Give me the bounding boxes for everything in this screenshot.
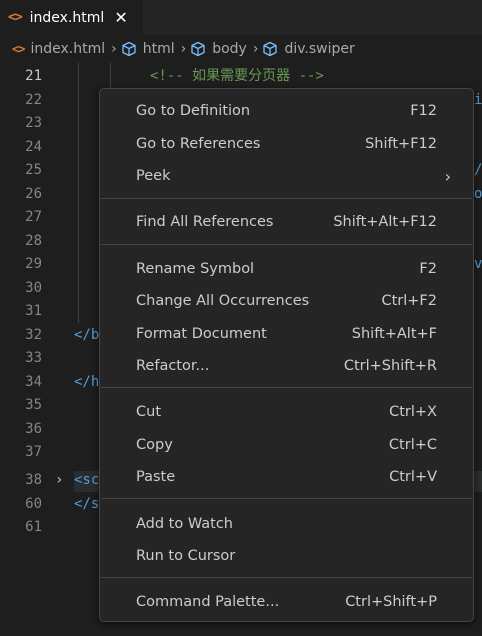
breadcrumb-item-html[interactable]: html — [121, 41, 175, 57]
menu-separator — [101, 198, 472, 199]
line-number: 36 — [25, 420, 42, 437]
chevron-right-icon: › — [111, 41, 117, 57]
line-number: 22 — [25, 91, 42, 108]
code-text: i — [474, 91, 482, 108]
menu-item-label: Command Palette... — [136, 594, 280, 610]
symbol-cube-icon — [263, 41, 278, 57]
breadcrumb-label: div.swiper — [284, 41, 355, 57]
menu-item-label: Paste — [136, 469, 176, 485]
line-number: 34 — [25, 373, 42, 390]
menu-separator — [101, 387, 472, 388]
menu-item-label: Cut — [136, 404, 161, 420]
menu-item-label: Change All Occurrences — [136, 293, 310, 309]
line-number: 35 — [25, 397, 42, 413]
menu-item-label: Rename Symbol — [136, 261, 255, 277]
code-text: <sc — [74, 472, 100, 488]
menu-item-label: Peek — [136, 168, 171, 184]
breadcrumb: <> index.html › html › body › div.swiper — [0, 35, 482, 63]
line-number: 27 — [25, 209, 42, 225]
menu-item-go-to-references[interactable]: Go to References Shift+F12 — [100, 131, 473, 157]
menu-item-shortcut: Ctrl+F2 — [381, 293, 437, 309]
menu-separator — [101, 577, 472, 578]
line-number: 26 — [25, 185, 42, 202]
line-number: 37 — [25, 444, 42, 460]
menu-item-peek[interactable]: Peek › — [100, 163, 473, 189]
menu-item-add-to-watch[interactable]: Add to Watch — [100, 511, 473, 537]
context-menu: Go to Definition F12 Go to References Sh… — [99, 88, 474, 622]
menu-item-change-all-occurrences[interactable]: Change All Occurrences Ctrl+F2 — [100, 288, 473, 314]
line-number: 60 — [25, 495, 42, 512]
menu-item-label: Format Document — [136, 326, 267, 342]
code-text: </h — [74, 373, 100, 390]
menu-item-shortcut: Ctrl+V — [389, 469, 437, 485]
menu-item-shortcut: Shift+Alt+F12 — [333, 214, 437, 230]
breadcrumb-label: body — [212, 41, 247, 57]
code-line: 21 <!-- 如果需要分页器 --> — [0, 65, 482, 89]
menu-item-go-to-definition[interactable]: Go to Definition F12 — [100, 98, 473, 124]
menu-item-shortcut: Ctrl+Shift+R — [343, 358, 437, 374]
menu-item-format-document[interactable]: Format Document Shift+Alt+F — [100, 321, 473, 347]
line-number: 29 — [25, 256, 42, 272]
breadcrumb-item-body[interactable]: body — [190, 41, 247, 57]
menu-item-shortcut: Shift+Alt+F — [351, 326, 437, 342]
tab-index-html[interactable]: <> index.html ✕ — [0, 0, 143, 35]
line-number: 61 — [25, 519, 42, 535]
chevron-right-icon[interactable]: › — [55, 469, 63, 493]
menu-item-find-all-references[interactable]: Find All References Shift+Alt+F12 — [100, 209, 473, 235]
line-number: 25 — [25, 162, 42, 178]
menu-item-shortcut: Ctrl+C — [388, 437, 437, 453]
code-text: <!-- 如果需要分页器 --> — [150, 68, 324, 84]
menu-item-command-palette[interactable]: Command Palette... Ctrl+Shift+P — [100, 589, 473, 615]
menu-item-shortcut: Ctrl+Shift+P — [345, 594, 437, 610]
breadcrumb-item-div-swiper[interactable]: div.swiper — [262, 41, 355, 57]
line-number: 33 — [25, 350, 42, 366]
symbol-cube-icon — [191, 41, 205, 57]
menu-item-run-to-cursor[interactable]: Run to Cursor — [100, 543, 473, 569]
html-file-icon: <> — [12, 42, 25, 56]
code-text: </s — [74, 495, 100, 512]
code-text: / — [474, 162, 482, 178]
menu-item-label: Add to Watch — [136, 516, 233, 532]
code-text: </b — [74, 326, 100, 343]
chevron-right-icon: › — [180, 41, 187, 57]
menu-item-shortcut: F2 — [419, 261, 437, 277]
menu-item-label: Copy — [136, 437, 173, 453]
menu-item-refactor[interactable]: Refactor... Ctrl+Shift+R — [100, 353, 473, 379]
chevron-right-icon: › — [444, 166, 451, 186]
tab-bar: <> index.html ✕ — [0, 0, 482, 35]
menu-item-cut[interactable]: Cut Ctrl+X — [100, 399, 473, 425]
menu-item-label: Run to Cursor — [136, 548, 236, 564]
line-number: 24 — [25, 138, 42, 155]
tab-label: index.html — [29, 9, 105, 26]
menu-item-label: Refactor... — [136, 358, 210, 374]
line-number: 38 — [25, 472, 42, 488]
line-number: 28 — [25, 232, 42, 249]
menu-item-rename-symbol[interactable]: Rename Symbol F2 — [100, 256, 473, 282]
code-text: o — [474, 185, 482, 202]
menu-separator — [101, 244, 472, 245]
menu-item-shortcut: F12 — [410, 103, 437, 119]
line-number: 21 — [25, 68, 42, 84]
menu-separator — [101, 498, 472, 499]
menu-item-label: Go to Definition — [136, 103, 251, 119]
symbol-cube-icon — [122, 41, 136, 57]
breadcrumb-item-file[interactable]: <> index.html — [0, 41, 105, 57]
breadcrumb-label: html — [142, 41, 175, 57]
breadcrumb-label: index.html — [30, 41, 106, 57]
menu-item-copy[interactable]: Copy Ctrl+C — [100, 432, 473, 458]
line-number: 30 — [25, 279, 42, 296]
menu-item-shortcut: Ctrl+X — [389, 404, 437, 420]
menu-item-label: Go to References — [136, 135, 261, 152]
menu-item-shortcut: Shift+F12 — [365, 135, 437, 152]
close-icon[interactable]: ✕ — [114, 8, 127, 27]
menu-item-paste[interactable]: Paste Ctrl+V — [100, 464, 473, 490]
chevron-right-icon: › — [252, 41, 259, 57]
line-number: 23 — [25, 115, 42, 131]
line-number: 31 — [25, 303, 42, 319]
html-file-icon: <> — [8, 10, 23, 25]
line-number: 32 — [25, 326, 42, 343]
code-text: v — [474, 256, 482, 272]
menu-item-label: Find All References — [136, 214, 274, 230]
